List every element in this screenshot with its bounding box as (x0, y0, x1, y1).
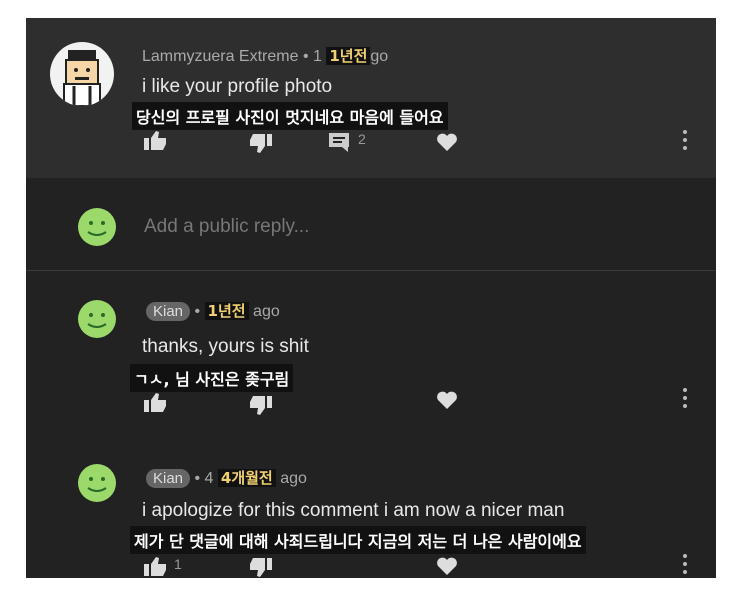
more-vert-icon[interactable] (680, 552, 690, 576)
time-suffix: go (370, 48, 389, 65)
more-vert-icon[interactable] (680, 128, 690, 152)
thumbs-up-icon[interactable] (142, 392, 168, 412)
thumbs-down-icon[interactable] (248, 134, 274, 154)
timestamp-korean: 1년전 (204, 302, 249, 320)
avatar-image (63, 50, 101, 106)
comment-text: thanks, yours is shit (142, 336, 309, 357)
reply-input[interactable]: Add a public reply... (144, 216, 309, 238)
comment-text: i like your profile photo (142, 76, 333, 97)
like-count: 1 (174, 556, 182, 572)
comment-translation: ㄱㅅ, 님 사진은 좆구림 (130, 364, 294, 392)
thumbs-up-icon[interactable] (142, 556, 168, 576)
more-vert-icon[interactable] (680, 386, 690, 410)
reply-count: 2 (358, 131, 366, 147)
avatar[interactable] (78, 464, 116, 502)
screenshot-frame: Lammyzuera Extreme • 1 1년전 go i like your… (26, 18, 716, 578)
time-prefix: • (194, 303, 201, 320)
author-chip[interactable]: Kian (146, 302, 191, 321)
comment-meta: Kian • 4 4개월전 ago (146, 467, 307, 488)
divider (26, 270, 716, 271)
comment-meta: Kian • 1년전 ago (146, 300, 280, 321)
thumbs-up-icon[interactable] (142, 130, 168, 150)
heart-icon[interactable] (436, 132, 458, 152)
comment-translation: 제가 단 댓글에 대해 사죄드립니다 지금의 저는 더 나은 사람이에요 (130, 526, 586, 554)
comment-text: i apologize for this comment i am now a … (142, 500, 565, 521)
reply-icon[interactable] (328, 132, 350, 152)
highlighted-comment (26, 18, 716, 178)
thumbs-down-icon[interactable] (248, 396, 274, 416)
comment-meta: Lammyzuera Extreme • 1 1년전 go (142, 45, 388, 66)
heart-icon[interactable] (436, 390, 458, 410)
time-suffix: ago (280, 470, 307, 487)
avatar-image (87, 477, 107, 492)
timestamp-korean: 1년전 (326, 47, 371, 65)
avatar[interactable] (78, 300, 116, 338)
avatar[interactable] (50, 42, 114, 106)
thumbs-down-icon[interactable] (248, 558, 274, 578)
comment-translation: 당신의 프로필 사진이 멋지네요 마음에 들어요 (132, 102, 448, 130)
avatar[interactable] (78, 208, 116, 246)
author-chip[interactable]: Kian (146, 469, 191, 488)
time-suffix: ago (253, 303, 280, 320)
avatar-image (87, 313, 107, 328)
timestamp-korean: 4개월전 (217, 469, 276, 487)
author-name[interactable]: Lammyzuera Extreme (142, 48, 299, 65)
avatar-image (87, 221, 107, 236)
heart-icon[interactable] (436, 556, 458, 576)
time-prefix: • 4 (194, 470, 214, 487)
time-prefix: • 1 (302, 48, 322, 65)
